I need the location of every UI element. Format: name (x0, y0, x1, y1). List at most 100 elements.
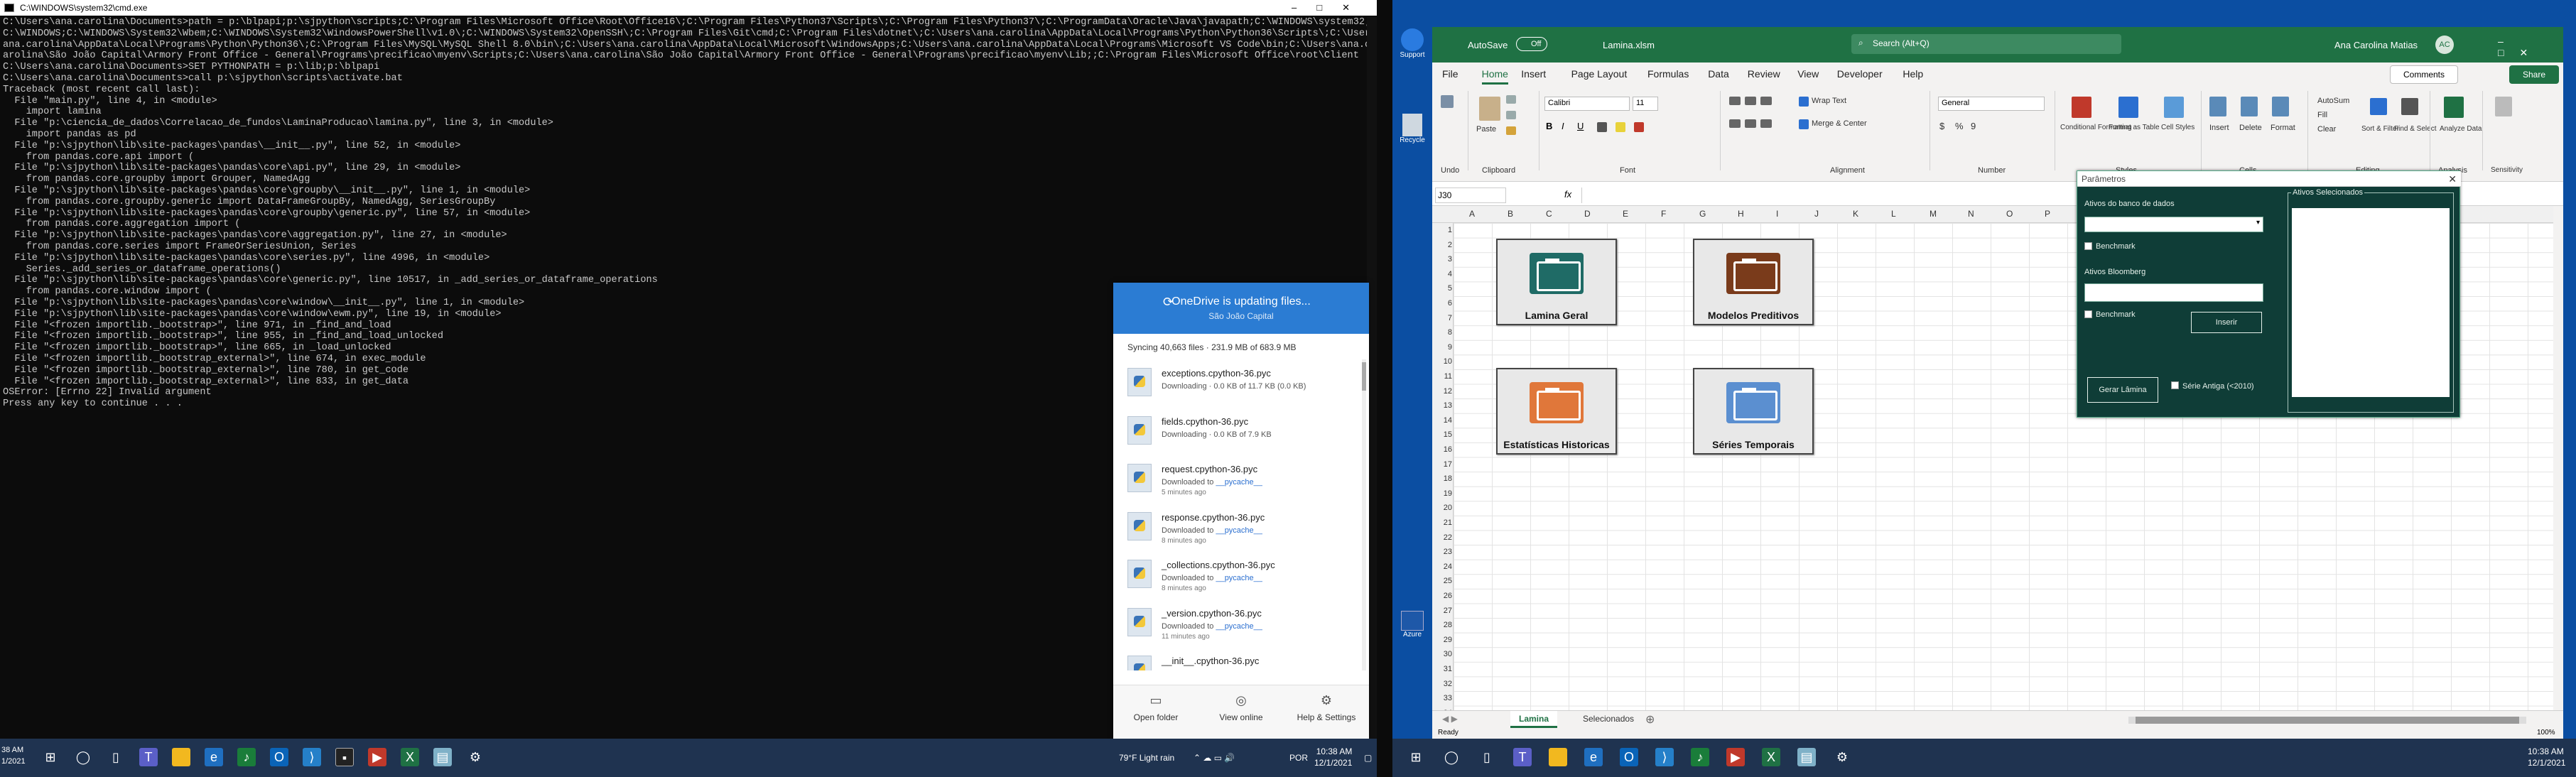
onedrive-file-item[interactable]: response.cpython-36.pyc Downloaded to __p… (1113, 504, 1369, 552)
chevron-down-icon[interactable]: ▾ (2256, 219, 2260, 227)
search-icon[interactable]: ◯ (1442, 748, 1461, 766)
row-header[interactable]: 19 (1432, 489, 1452, 498)
wrap-icon[interactable] (1799, 97, 1809, 107)
close-icon[interactable]: ✕ (2448, 171, 2457, 187)
row-header[interactable]: 4 (1432, 270, 1452, 278)
column-header[interactable]: I (1776, 209, 1778, 219)
column-header[interactable]: A (1469, 209, 1475, 219)
row-header[interactable]: 24 (1432, 563, 1452, 571)
edge-icon[interactable]: e (1584, 748, 1603, 766)
folder-link[interactable]: __pycache__ (1216, 526, 1262, 535)
vscode-icon[interactable]: ⟩ (303, 748, 321, 766)
align-left-icon[interactable] (1729, 119, 1741, 128)
desktop-icon-azure[interactable]: Azure (1398, 611, 1427, 639)
insert-cells-icon[interactable] (2209, 97, 2226, 116)
delete-cells-button[interactable]: Delete (2239, 124, 2262, 132)
row-header[interactable]: 16 (1432, 445, 1452, 454)
tab-formulas[interactable]: Formulas (1647, 68, 1689, 80)
tray-icons[interactable]: ⌃ ☁ ▭ 🔊 (1194, 752, 1235, 764)
folder-link[interactable]: __pycache__ (1216, 574, 1262, 582)
row-header[interactable]: 7 (1432, 314, 1452, 322)
edge-icon[interactable]: e (205, 748, 223, 766)
desktop-icon-recycle[interactable]: Recycle (1398, 114, 1427, 144)
vertical-scrollbar[interactable] (2553, 206, 2563, 710)
share-button[interactable]: Share (2509, 65, 2559, 84)
paste-icon[interactable] (1479, 97, 1500, 121)
copy-icon[interactable] (1506, 111, 1516, 119)
clock[interactable]: 10:38 AM 12/1/2021 (2528, 746, 2565, 768)
row-header[interactable]: 15 (1432, 430, 1452, 439)
currency-icon[interactable]: $ (1939, 121, 1944, 131)
search-icon[interactable]: ◯ (74, 748, 92, 766)
font-color-icon[interactable] (1634, 122, 1644, 132)
nav-card-modelos-preditivos[interactable]: Modelos Preditivos (1693, 239, 1814, 325)
teams-icon[interactable]: T (1513, 748, 1532, 766)
excel-icon[interactable]: X (1762, 748, 1780, 766)
excel-titlebar[interactable]: AutoSave Off Lamina.xlsm ⌕ Search (Alt+Q)… (1432, 27, 2563, 63)
vscode-icon[interactable]: ⟩ (1655, 748, 1674, 766)
tab-page-layout[interactable]: Page Layout (1571, 68, 1628, 80)
onedrive-file-item[interactable]: exceptions.cpython-36.pyc Downloading · 0… (1113, 359, 1369, 408)
sheet-tab-lamina[interactable]: Lamina (1510, 711, 1558, 728)
row-header[interactable]: 12 (1432, 387, 1452, 396)
row-header[interactable]: 13 (1432, 401, 1452, 410)
dialog-titlebar[interactable]: Parâmetros ✕ (2077, 171, 2461, 187)
column-header[interactable]: M (1930, 209, 1937, 219)
sheet-tab-selecionados[interactable]: Selecionados (1574, 711, 1643, 728)
onedrive-file-item[interactable]: _collections.cpython-36.pyc Downloaded to… (1113, 551, 1369, 599)
font-size-select[interactable]: 11 (1633, 97, 1658, 111)
row-header[interactable]: 14 (1432, 416, 1452, 425)
format-as-table-icon[interactable] (2118, 97, 2138, 118)
media-icon[interactable]: ▶ (368, 748, 386, 766)
font-name-select[interactable]: Calibri (1544, 97, 1630, 111)
sort-filter-icon[interactable] (2370, 98, 2387, 115)
bold-button[interactable]: B (1546, 121, 1552, 131)
notes-icon[interactable]: ▤ (1797, 748, 1816, 766)
tab-developer[interactable]: Developer (1837, 68, 1883, 80)
tab-data[interactable]: Data (1708, 68, 1729, 80)
row-header[interactable]: 3 (1432, 255, 1452, 263)
paste-button[interactable]: Paste (1476, 125, 1496, 134)
media-icon[interactable]: ▶ (1726, 748, 1745, 766)
sensitivity-icon[interactable] (2495, 97, 2512, 116)
autosum-button[interactable]: AutoSum (2317, 97, 2349, 105)
sheet-nav-icon[interactable]: ◀ ▶ (1442, 714, 1458, 724)
format-cells-icon[interactable] (2272, 97, 2289, 116)
gerar-lamina-button[interactable]: Gerar Lâmina (2087, 376, 2159, 403)
tab-view[interactable]: View (1797, 68, 1819, 80)
row-header[interactable]: 32 (1432, 680, 1452, 688)
wrap-text-button[interactable]: Wrap Text (1812, 97, 1846, 105)
column-header[interactable]: P (2045, 209, 2050, 219)
align-left-icon[interactable] (1760, 119, 1772, 128)
desktop-icon-support[interactable]: Support (1398, 28, 1427, 59)
analyze-data-icon[interactable] (2444, 97, 2464, 118)
settings-icon[interactable]: ⚙ (466, 748, 485, 766)
task-view-icon[interactable]: ▯ (107, 748, 125, 766)
row-header[interactable]: 23 (1432, 548, 1452, 556)
open-folder-button[interactable]: ▭ Open folder (1113, 692, 1198, 722)
fx-label[interactable]: fx (1564, 189, 1571, 200)
cell-styles-button[interactable]: Cell Styles (2161, 124, 2195, 131)
row-header[interactable]: 26 (1432, 592, 1452, 600)
row-header[interactable]: 30 (1432, 650, 1452, 658)
settings-icon[interactable]: ⚙ (1833, 748, 1851, 766)
sensitivity-button[interactable]: Sensitivity (2491, 166, 2523, 174)
nav-card-lamina-geral[interactable]: Lamina Geral (1496, 239, 1617, 325)
help-settings-button[interactable]: ⚙ Help & Settings (1284, 692, 1369, 722)
spotify-icon[interactable]: ♪ (1691, 748, 1709, 766)
serie-antiga-checkbox[interactable] (2171, 381, 2179, 389)
row-header[interactable]: 29 (1432, 636, 1452, 644)
nav-card-series-temporais[interactable]: Séries Temporais (1693, 368, 1814, 455)
row-header[interactable]: 18 (1432, 474, 1452, 483)
file-explorer-icon[interactable] (172, 748, 190, 766)
analyze-data-button[interactable]: Analyze Data (2440, 125, 2482, 133)
insert-cells-button[interactable]: Insert (2209, 124, 2229, 132)
number-format-select[interactable]: General (1938, 97, 2045, 111)
tab-file[interactable]: File (1442, 68, 1459, 80)
row-headers[interactable]: 1 2 3 4 5 6 7 8 9 10 11 12 13 14 15 16 17 18 19 20 21 22 23 24 2… (1432, 223, 1454, 732)
fill-button[interactable]: Fill (2317, 111, 2327, 119)
insert-button[interactable]: Inserir (2190, 311, 2263, 334)
clock[interactable]: 10:38 AM 12/1/2021 (1314, 746, 1352, 768)
row-header[interactable]: 8 (1432, 328, 1452, 337)
onedrive-file-item[interactable]: __init__.cpython-36.pycDownloaded to __p… (1113, 647, 1369, 670)
